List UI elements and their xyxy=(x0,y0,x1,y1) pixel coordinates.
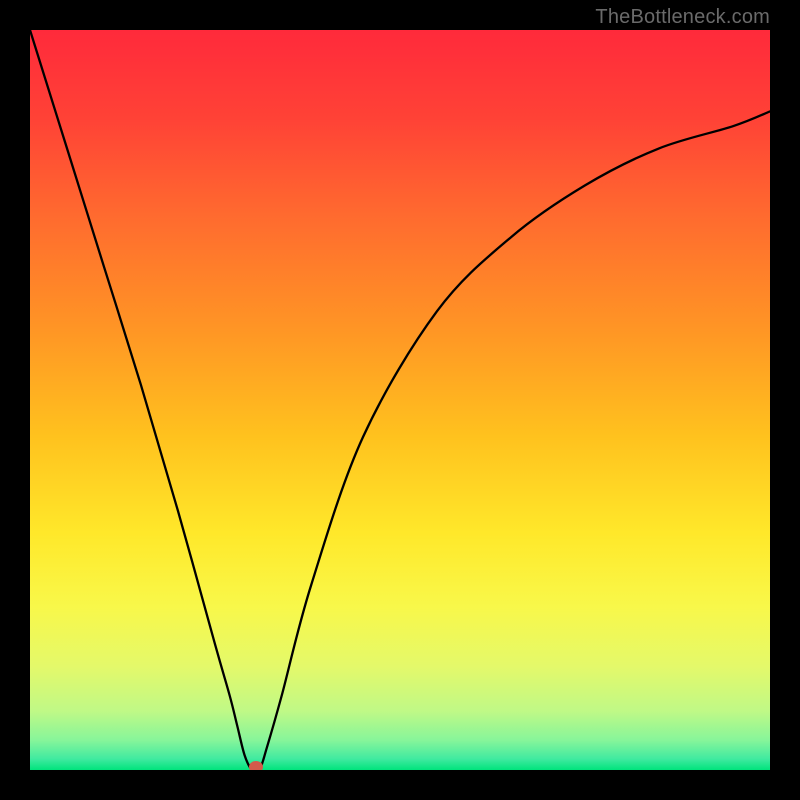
minimum-marker xyxy=(249,761,263,770)
watermark-text: TheBottleneck.com xyxy=(595,6,770,29)
chart-container: TheBottleneck.com xyxy=(0,0,800,800)
bottleneck-curve xyxy=(30,30,770,770)
plot-area xyxy=(30,30,770,770)
